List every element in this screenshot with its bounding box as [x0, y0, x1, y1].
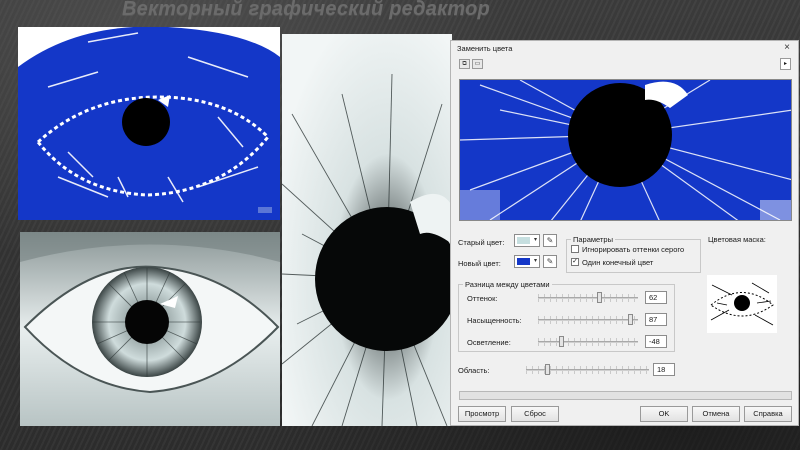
lightness-label: Осветление: — [467, 338, 511, 347]
new-color-swatch — [517, 258, 530, 265]
single-view-icon[interactable]: ▭ — [472, 59, 483, 69]
chevron-down-icon: ▾ — [533, 237, 537, 243]
color-difference-title: Разница между цветами — [463, 280, 552, 289]
ignore-gray-label: Игнорировать оттенки серого — [582, 245, 685, 254]
hue-value-input[interactable]: 62 — [645, 291, 667, 304]
cancel-button[interactable]: Отмена — [692, 406, 740, 422]
area-label: Область: — [458, 366, 490, 375]
lightness-slider-thumb[interactable] — [559, 336, 564, 347]
color-mask-image — [707, 275, 777, 333]
expand-arrow-icon[interactable]: ▸ — [780, 58, 791, 70]
lightness-slider[interactable] — [538, 336, 638, 347]
hue-slider-thumb[interactable] — [597, 292, 602, 303]
eyedropper-old-icon[interactable]: ✎ — [543, 234, 557, 247]
color-mask-label: Цветовая маска: — [708, 235, 766, 244]
saturation-slider-thumb[interactable] — [628, 314, 633, 325]
old-color-swatch — [517, 237, 530, 244]
single-target-label: Один конечный цвет — [582, 258, 654, 267]
old-color-label: Старый цвет: — [458, 238, 505, 247]
replace-colors-dialog: Заменить цвета × ⧉ ▭ ▸ Старый цвет: ▾ ✎ — [450, 40, 799, 426]
help-button[interactable]: Справка — [744, 406, 792, 422]
split-view-icon[interactable]: ⧉ — [459, 59, 470, 69]
lightness-value-input[interactable]: -48 — [645, 335, 667, 348]
grayscale-eye-image — [20, 232, 280, 426]
new-color-label: Новый цвет: — [458, 259, 501, 268]
single-target-checkbox[interactable]: ✓ — [571, 258, 579, 266]
closeup-eye-image — [282, 34, 452, 426]
area-value-input[interactable]: 18 — [653, 363, 675, 376]
old-color-dropdown[interactable]: ▾ — [514, 234, 540, 247]
reset-button[interactable]: Сброс — [511, 406, 559, 422]
params-title: Параметры — [571, 235, 615, 244]
progress-bar — [459, 391, 792, 400]
saturation-value-input[interactable]: 87 — [645, 313, 667, 326]
ok-button[interactable]: OK — [640, 406, 688, 422]
ignore-gray-checkbox[interactable] — [571, 245, 579, 253]
hue-label: Оттенок: — [467, 294, 498, 303]
preview-button[interactable]: Просмотр — [458, 406, 506, 422]
preview-image — [459, 79, 792, 221]
blue-eye-image — [18, 27, 280, 220]
chevron-down-icon: ▾ — [533, 258, 537, 264]
area-slider-thumb[interactable] — [545, 364, 550, 375]
slide-title: Векторный графический редактор — [122, 0, 490, 20]
saturation-slider[interactable] — [538, 314, 638, 325]
hue-slider[interactable] — [538, 292, 638, 303]
close-icon[interactable]: × — [784, 42, 790, 53]
new-color-dropdown[interactable]: ▾ — [514, 255, 540, 268]
eyedropper-new-icon[interactable]: ✎ — [543, 255, 557, 268]
dialog-title: Заменить цвета — [457, 44, 513, 53]
area-slider[interactable] — [526, 364, 649, 375]
saturation-label: Насыщенность: — [467, 316, 522, 325]
